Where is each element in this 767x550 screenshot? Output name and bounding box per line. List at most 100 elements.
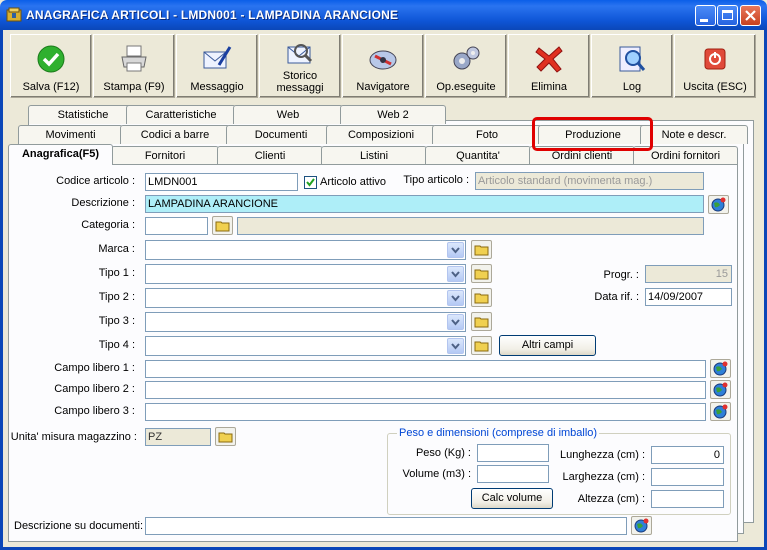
lunghezza-label: Lunghezza (cm) :: [560, 449, 645, 461]
campo-libero-1-translate-button[interactable]: [710, 359, 731, 378]
altezza-input[interactable]: [651, 490, 724, 508]
globe-icon: [711, 197, 726, 212]
maximize-button[interactable]: [717, 5, 738, 26]
tipo2-folder-button[interactable]: [471, 288, 492, 307]
volume-input[interactable]: [477, 465, 549, 483]
codice-articolo-input[interactable]: LMDN001: [145, 173, 298, 191]
exit-label: Uscita (ESC): [683, 81, 747, 93]
navigator-label: Navigatore: [356, 81, 410, 93]
larghezza-input[interactable]: [651, 468, 724, 486]
campo-libero-2-translate-button[interactable]: [710, 380, 731, 399]
tipo3-folder-button[interactable]: [471, 312, 492, 331]
delete-button[interactable]: Elimina: [508, 34, 590, 98]
chevron-down-icon[interactable]: [447, 314, 464, 330]
descrizione-input[interactable]: LAMPADINA ARANCIONE: [145, 195, 704, 213]
tipo2-combo[interactable]: [145, 288, 466, 308]
campo-libero-3-input[interactable]: [145, 403, 706, 421]
tab-fornitori[interactable]: Fornitori: [111, 146, 219, 165]
calc-volume-button[interactable]: Calc volume: [471, 488, 553, 509]
message-label: Messaggio: [190, 81, 244, 93]
tab-caratteristiche[interactable]: Caratteristiche: [126, 105, 236, 124]
delete-icon: [535, 46, 563, 73]
translate-button[interactable]: [708, 195, 729, 214]
unita-misura-input[interactable]: PZ: [145, 428, 211, 446]
globe-icon: [713, 404, 728, 419]
folder-icon: [215, 221, 230, 232]
tipo-articolo-input[interactable]: Articolo standard (movimenta mag.): [475, 172, 704, 190]
close-button[interactable]: [740, 5, 761, 26]
tab-composizioni[interactable]: Composizioni: [326, 125, 436, 144]
tab-movimenti[interactable]: Movimenti: [18, 125, 123, 144]
tipo4-label: Tipo 4 :: [98, 339, 135, 351]
tab-web-2[interactable]: Web 2: [340, 105, 446, 124]
campo-libero-3-translate-button[interactable]: [710, 402, 731, 421]
larghezza-label: Larghezza (cm) :: [562, 471, 645, 483]
chevron-down-icon[interactable]: [447, 266, 464, 282]
articolo-attivo-checkbox[interactable]: [304, 176, 317, 189]
operations-button[interactable]: Op.eseguite: [425, 34, 507, 98]
altri-campi-button[interactable]: Altri campi: [499, 335, 596, 356]
tipo1-label: Tipo 1 :: [98, 267, 135, 279]
log-button[interactable]: Log: [591, 34, 673, 98]
checkmark-icon: [306, 178, 315, 187]
peso-input[interactable]: [477, 444, 549, 462]
folder-icon: [474, 341, 489, 352]
tab-clienti[interactable]: Clienti: [217, 146, 323, 165]
printer-icon: [121, 45, 147, 72]
tab-anagrafica[interactable]: Anagrafica(F5): [8, 144, 113, 165]
lunghezza-input[interactable]: 0: [651, 446, 724, 464]
tipo4-folder-button[interactable]: [471, 336, 492, 355]
unita-misura-folder-button[interactable]: [215, 427, 236, 446]
navigator-button[interactable]: Navigatore: [342, 34, 424, 98]
operations-label: Op.eseguite: [436, 81, 496, 93]
marca-folder-button[interactable]: [471, 240, 492, 259]
message-history-button[interactable]: Storico messaggi: [259, 34, 341, 98]
folder-icon: [474, 293, 489, 304]
volume-label: Volume (m3) :: [402, 468, 471, 480]
tab-quantita[interactable]: Quantita': [425, 146, 531, 165]
tipo4-combo[interactable]: [145, 336, 466, 356]
log-label: Log: [622, 81, 642, 93]
categoria-input[interactable]: [145, 217, 208, 235]
chevron-down-icon[interactable]: [447, 290, 464, 306]
unita-misura-label: Unita' misura magazzino :: [10, 431, 137, 443]
tab-foto[interactable]: Foto: [432, 125, 542, 144]
chevron-down-icon[interactable]: [447, 242, 464, 258]
descrizione-documenti-translate-button[interactable]: [631, 516, 652, 535]
campo-libero-2-input[interactable]: [145, 381, 706, 399]
data-rif-input[interactable]: 14/09/2007: [645, 288, 732, 306]
tab-page-anagrafica: Codice articolo : LMDN001 Articolo attiv…: [8, 164, 738, 542]
peso-label: Peso (Kg) :: [415, 447, 471, 459]
progr-input[interactable]: 15: [645, 265, 732, 283]
peso-dimensioni-title: Peso e dimensioni (comprese di imballo): [397, 427, 600, 439]
tab-statistiche[interactable]: Statistiche: [28, 105, 138, 124]
tipo1-folder-button[interactable]: [471, 264, 492, 283]
marca-label: Marca :: [98, 243, 135, 255]
descrizione-documenti-input[interactable]: [145, 517, 627, 535]
minimize-button[interactable]: [695, 5, 716, 26]
tipo3-combo[interactable]: [145, 312, 466, 332]
tab-codici-a-barre[interactable]: Codici a barre: [120, 125, 230, 144]
marca-combo[interactable]: [145, 240, 466, 260]
exit-button[interactable]: Uscita (ESC): [674, 34, 756, 98]
log-icon: [619, 46, 646, 72]
message-history-label: Storico messaggi: [276, 70, 324, 94]
save-button[interactable]: Salva (F12): [10, 34, 92, 98]
tipo1-combo[interactable]: [145, 264, 466, 284]
message-button[interactable]: Messaggio: [176, 34, 258, 98]
altezza-label: Altezza (cm) :: [577, 493, 645, 505]
tab-note-e-descr[interactable]: Note e descr.: [640, 125, 748, 144]
gears-icon: [453, 46, 480, 70]
chevron-down-icon[interactable]: [447, 338, 464, 354]
tab-documenti[interactable]: Documenti: [226, 125, 336, 144]
categoria-folder-button[interactable]: [212, 216, 233, 235]
folder-icon: [474, 317, 489, 328]
tab-web[interactable]: Web: [233, 105, 343, 124]
globe-icon: [713, 382, 728, 397]
data-rif-label: Data rif. :: [594, 291, 639, 303]
print-button[interactable]: Stampa (F9): [93, 34, 175, 98]
maximize-icon: [722, 10, 733, 20]
campo-libero-1-input[interactable]: [145, 360, 706, 378]
tab-listini[interactable]: Listini: [321, 146, 427, 165]
tipo3-label: Tipo 3 :: [98, 315, 135, 327]
